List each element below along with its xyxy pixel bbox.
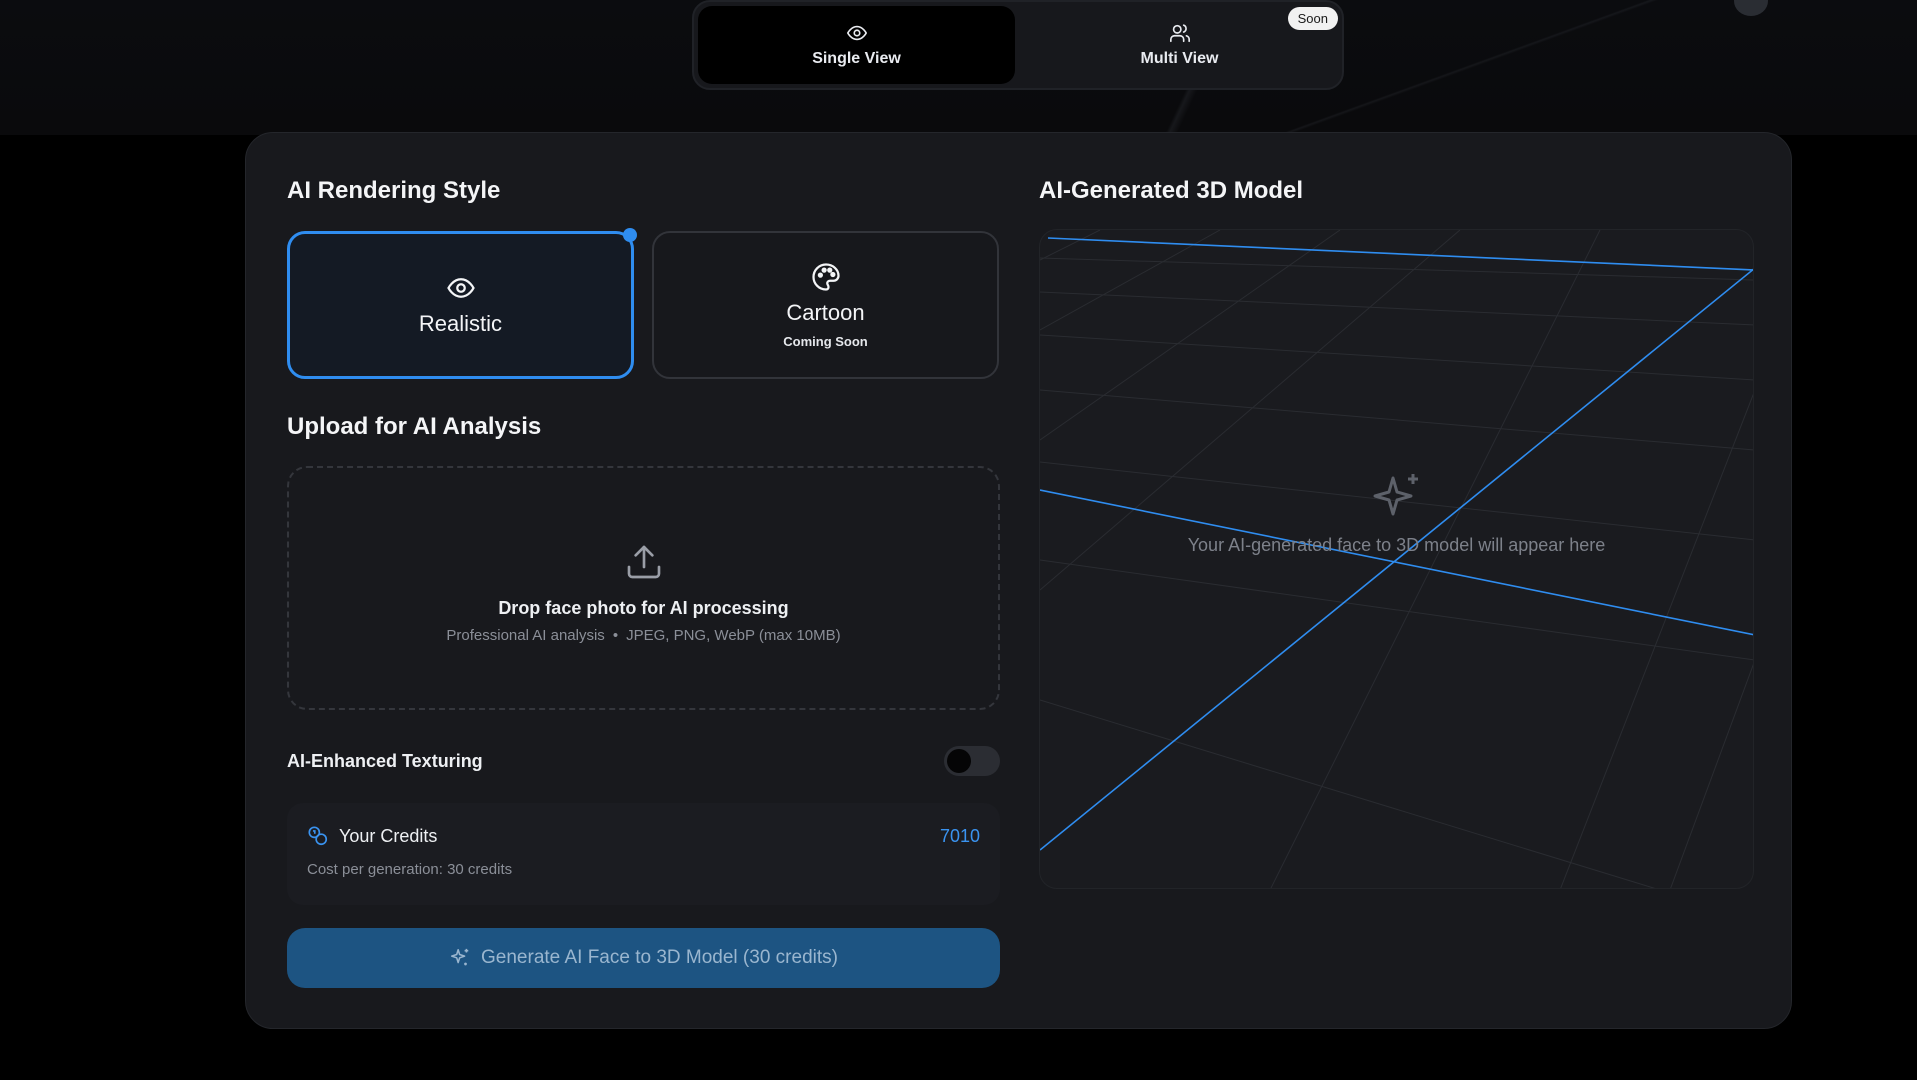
coming-soon-label: Coming Soon: [783, 333, 868, 349]
style-realistic-option[interactable]: Realistic: [287, 228, 637, 379]
dropzone-title: Drop face photo for AI processing: [498, 598, 789, 618]
model-placeholder-text: Your AI-generated face to 3D model will …: [1187, 535, 1606, 555]
eye-icon: [846, 25, 867, 41]
upload-title: Upload for AI Analysis: [287, 413, 542, 440]
style-name: Cartoon: [786, 299, 865, 325]
photo-dropzone[interactable]: Drop face photo for AI processing Profes…: [287, 466, 1000, 710]
model-panel-title: AI-Generated 3D Model: [1039, 177, 1304, 204]
main-card: AI Rendering Style Realistic Cartoon Com…: [245, 132, 1792, 1029]
sparkles-icon: [450, 948, 469, 966]
single-view-button[interactable]: Single View: [698, 6, 1015, 84]
style-cartoon-option[interactable]: Cartoon Coming Soon: [652, 231, 999, 379]
style-name: Realistic: [418, 311, 503, 336]
single-view-label: Single View: [812, 50, 901, 67]
users-icon: [1169, 24, 1190, 43]
toggle-knob: [947, 749, 971, 773]
view-mode-toggle: Single View Multi View Soon: [692, 0, 1344, 90]
dropzone-formats: JPEG, PNG, WebP (max 10MB): [626, 627, 841, 644]
coins-icon: [308, 826, 328, 846]
texturing-label: AI-Enhanced Texturing: [287, 750, 483, 771]
rendering-style-title: AI Rendering Style: [287, 177, 501, 204]
generate-button[interactable]: Generate AI Face to 3D Model (30 credits…: [287, 928, 1000, 988]
multi-view-label: Multi View: [1140, 50, 1219, 67]
floor-grid: [1040, 230, 1753, 888]
credits-label: Your Credits: [339, 825, 438, 846]
selected-indicator: [623, 228, 637, 242]
soon-badge: Soon: [1287, 7, 1338, 30]
separator: •: [612, 627, 619, 644]
credits-panel: Your Credits 7010 Cost per generation: 3…: [287, 803, 1000, 905]
credits-label-group: Your Credits: [307, 825, 437, 847]
sparkles-icon: [1373, 474, 1418, 516]
upload-icon: [627, 545, 660, 579]
dropzone-subtitle: Professional AI analysis • JPEG, PNG, WebP…: [446, 627, 840, 644]
dropzone-note: Professional AI analysis: [446, 627, 605, 644]
model-viewport[interactable]: Your AI-generated face to 3D model will …: [1039, 229, 1754, 889]
cost-per-generation: Cost per generation: 30 credits: [307, 861, 513, 878]
credits-value: 7010: [939, 825, 980, 846]
generate-button-label: Generate AI Face to 3D Model (30 credits…: [481, 947, 838, 968]
credits-row: Your Credits 7010: [307, 825, 980, 847]
texturing-row: AI-Enhanced Texturing: [287, 741, 1000, 781]
multi-view-button[interactable]: Multi View Soon: [1021, 6, 1338, 84]
texturing-toggle[interactable]: [944, 746, 1000, 776]
palette-icon: [811, 262, 840, 291]
eye-icon: [446, 278, 475, 298]
